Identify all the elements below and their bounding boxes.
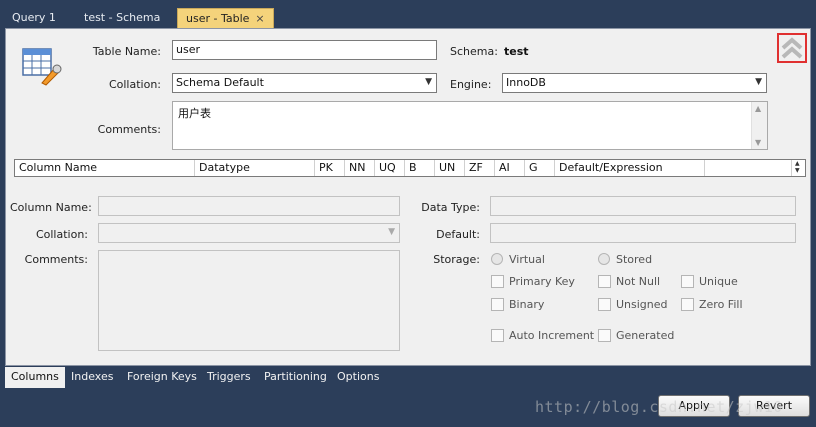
stored-radio[interactable] (598, 253, 610, 265)
virtual-label: Virtual (509, 253, 545, 266)
default-input[interactable] (490, 223, 796, 243)
engine-value: InnoDB (506, 76, 546, 89)
grid-scrollbar[interactable]: ▲ ▼ (791, 160, 805, 176)
storage-label: Storage: (433, 253, 480, 266)
column-collation-select[interactable]: ▼ (98, 223, 400, 243)
scroll-down-icon: ▼ (755, 138, 762, 147)
data-type-input[interactable] (490, 196, 796, 216)
tab-user-table[interactable]: user - Table × (177, 8, 274, 28)
chevron-down-icon: ▼ (388, 227, 395, 237)
table-comments-textarea[interactable]: 用户表 ▲ ▼ (172, 101, 768, 150)
chevron-down-icon: ▼ (755, 77, 762, 87)
subtab-options[interactable]: Options (331, 367, 385, 388)
generated-checkbox[interactable] (598, 329, 611, 342)
scroll-down-icon: ▼ (795, 167, 800, 174)
document-tab-bar: Query 1 test - Schema user - Table × (0, 0, 816, 28)
tab-label: user - Table (186, 12, 250, 25)
column-comments-label: Comments: (24, 253, 88, 266)
editor-subtabs: Columns Indexes Foreign Keys Triggers Pa… (5, 367, 811, 388)
not-null-checkbox[interactable] (598, 275, 611, 288)
chevron-down-icon: ▼ (425, 77, 432, 87)
tab-label: Query 1 (12, 11, 56, 24)
close-icon[interactable]: × (255, 9, 264, 28)
table-comments-value: 用户表 (178, 107, 211, 120)
auto-increment-label: Auto Increment (509, 329, 595, 342)
primary-key-label: Primary Key (509, 275, 575, 288)
column-collation-label: Collation: (35, 228, 88, 241)
revert-button[interactable]: Revert (738, 395, 810, 417)
column-name-input[interactable] (98, 196, 400, 216)
apply-button[interactable]: Apply (658, 395, 730, 417)
default-label: Default: (436, 228, 480, 241)
column-name-label: Column Name: (10, 201, 92, 214)
table-icon (22, 48, 62, 86)
binary-label: Binary (509, 298, 545, 311)
column-header-name[interactable]: Column Name (15, 160, 195, 176)
unique-label: Unique (699, 275, 738, 288)
schema-value: test (504, 45, 529, 58)
scroll-up-icon: ▲ (755, 104, 762, 113)
tab-label: test - Schema (84, 11, 161, 24)
subtab-columns[interactable]: Columns (5, 367, 65, 388)
column-header-default[interactable]: Default/Expression (555, 160, 705, 176)
collation-value: Schema Default (176, 76, 264, 89)
column-header-ai[interactable]: AI (495, 160, 525, 176)
virtual-radio[interactable] (491, 253, 503, 265)
unsigned-checkbox[interactable] (598, 298, 611, 311)
column-header-uq[interactable]: UQ (375, 160, 405, 176)
column-header-pk[interactable]: PK (315, 160, 345, 176)
binary-checkbox[interactable] (491, 298, 504, 311)
column-header-g[interactable]: G (525, 160, 555, 176)
subtab-triggers[interactable]: Triggers (201, 367, 257, 388)
schema-label: Schema: (450, 45, 498, 58)
collapse-header-button[interactable] (777, 33, 807, 63)
data-type-label: Data Type: (421, 201, 480, 214)
collation-select[interactable]: Schema Default ▼ (172, 73, 437, 93)
comments-label: Comments: (97, 123, 161, 136)
unsigned-label: Unsigned (616, 298, 668, 311)
column-header-datatype[interactable]: Datatype (195, 160, 315, 176)
subtab-indexes[interactable]: Indexes (65, 367, 119, 388)
double-chevron-up-icon (781, 37, 803, 59)
column-header-b[interactable]: B (405, 160, 435, 176)
not-null-label: Not Null (616, 275, 661, 288)
column-header-zf[interactable]: ZF (465, 160, 495, 176)
column-comments-textarea[interactable] (98, 250, 400, 351)
comments-scrollbar[interactable]: ▲ ▼ (751, 102, 767, 149)
zero-fill-checkbox[interactable] (681, 298, 694, 311)
subtab-foreign-keys[interactable]: Foreign Keys (121, 367, 203, 388)
table-name-label: Table Name: (92, 45, 161, 58)
zero-fill-label: Zero Fill (699, 298, 743, 311)
primary-key-checkbox[interactable] (491, 275, 504, 288)
engine-select[interactable]: InnoDB ▼ (502, 73, 767, 93)
table-name-input[interactable]: user (172, 40, 437, 60)
tab-query-1[interactable]: Query 1 (4, 8, 64, 28)
generated-label: Generated (616, 329, 675, 342)
column-header-un[interactable]: UN (435, 160, 465, 176)
tab-test-schema[interactable]: test - Schema (76, 8, 168, 28)
stored-label: Stored (616, 253, 653, 266)
columns-grid-header: Column Name Datatype PK NN UQ B UN ZF AI… (14, 159, 806, 177)
column-header-nn[interactable]: NN (345, 160, 375, 176)
table-editor-panel: Table Name: user Schema: test Collation:… (5, 28, 811, 366)
engine-label: Engine: (450, 78, 492, 91)
subtab-partitioning[interactable]: Partitioning (258, 367, 333, 388)
collation-label: Collation: (108, 78, 161, 91)
unique-checkbox[interactable] (681, 275, 694, 288)
auto-increment-checkbox[interactable] (491, 329, 504, 342)
